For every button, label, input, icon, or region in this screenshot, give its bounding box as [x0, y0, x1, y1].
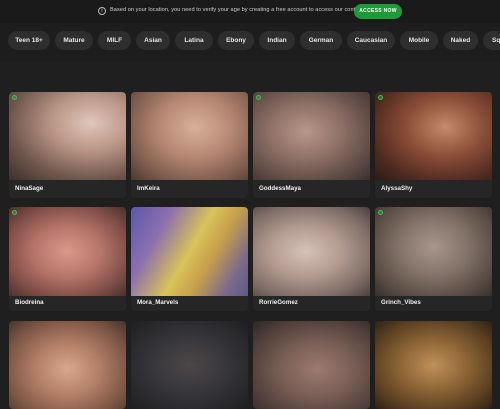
banner-message: Based on your location, you need to veri…	[110, 7, 365, 13]
tag-indian[interactable]: Indian	[259, 31, 295, 50]
model-grid: NinaSage ImKeira GoddessMaya AlyssaShy B…	[0, 61, 500, 409]
model-thumbnail[interactable]	[131, 207, 248, 296]
model-card[interactable]: RorrieGomez	[253, 207, 370, 311]
model-card[interactable]: Biodreina	[9, 207, 126, 311]
model-thumbnail[interactable]	[9, 207, 126, 296]
model-card[interactable]	[131, 321, 248, 409]
live-indicator-icon	[256, 95, 261, 100]
model-card[interactable]	[9, 321, 126, 409]
model-card[interactable]	[375, 321, 492, 409]
live-indicator-icon	[378, 210, 383, 215]
model-thumbnail[interactable]	[375, 92, 492, 180]
info-icon: i	[98, 7, 106, 15]
tag-mature[interactable]: Mature	[55, 31, 93, 50]
model-card[interactable]: NinaSage	[9, 92, 126, 198]
model-thumbnail[interactable]	[253, 92, 370, 180]
model-thumbnail[interactable]	[375, 207, 492, 296]
model-name[interactable]: AlyssaShy	[381, 185, 412, 192]
category-tag-bar: Teen 18+ Mature MILF Asian Latina Ebony …	[0, 23, 500, 61]
model-name[interactable]: Mora_Marvels	[137, 299, 178, 306]
model-card[interactable]	[253, 321, 370, 409]
tag-naked[interactable]: Naked	[443, 31, 478, 50]
model-thumbnail[interactable]	[9, 92, 126, 180]
model-card[interactable]: Mora_Marvels	[131, 207, 248, 311]
model-name[interactable]: RorrieGomez	[259, 299, 298, 306]
tag-mobile[interactable]: Mobile	[400, 31, 438, 50]
model-name[interactable]: Grinch_Vibes	[381, 299, 421, 306]
model-thumbnail[interactable]	[9, 321, 126, 409]
model-thumbnail[interactable]	[253, 321, 370, 409]
live-indicator-icon	[12, 210, 17, 215]
tag-teen-18[interactable]: Teen 18+	[8, 31, 50, 50]
tag-caucasian[interactable]: Caucasian	[347, 31, 395, 50]
model-thumbnail[interactable]	[131, 321, 248, 409]
tag-sq[interactable]: Sq	[483, 31, 500, 50]
live-indicator-icon	[378, 95, 383, 100]
model-card[interactable]: GoddessMaya	[253, 92, 370, 198]
age-verification-banner: i Based on your location, you need to ve…	[0, 0, 500, 23]
model-thumbnail[interactable]	[131, 92, 248, 180]
live-indicator-icon	[12, 95, 17, 100]
model-name[interactable]: Biodreina	[15, 299, 44, 306]
tag-asian[interactable]: Asian	[136, 31, 170, 50]
model-card[interactable]: Grinch_Vibes	[375, 207, 492, 311]
model-card[interactable]: AlyssaShy	[375, 92, 492, 198]
tag-ebony[interactable]: Ebony	[218, 31, 254, 50]
tag-milf[interactable]: MILF	[98, 31, 131, 50]
model-thumbnail[interactable]	[375, 321, 492, 409]
model-name[interactable]: NinaSage	[15, 185, 43, 192]
access-now-button[interactable]: ACCESS NOW	[354, 4, 402, 19]
model-name[interactable]: ImKeira	[137, 185, 160, 192]
model-card[interactable]: ImKeira	[131, 92, 248, 198]
tag-german[interactable]: German	[300, 31, 342, 50]
tag-latina[interactable]: Latina	[175, 31, 213, 50]
model-name[interactable]: GoddessMaya	[259, 185, 301, 192]
model-thumbnail[interactable]	[253, 207, 370, 296]
